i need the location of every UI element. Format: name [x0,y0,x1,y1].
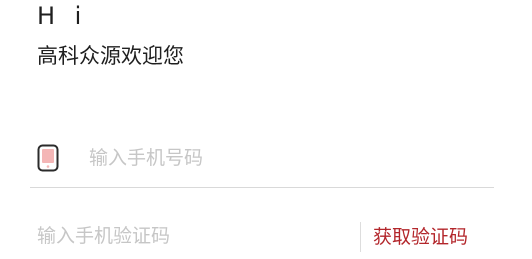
field-divider [30,187,494,188]
phone-icon [37,144,59,172]
phone-field-row [30,128,494,188]
phone-number-input[interactable] [89,143,449,173]
greeting-title: H i [37,2,88,30]
verification-code-input[interactable] [37,221,337,251]
get-code-button[interactable]: 获取验证码 [373,224,468,250]
welcome-subtitle: 高科众源欢迎您 [37,44,184,68]
vertical-separator [360,222,361,252]
code-field-row: 获取验证码 [30,218,494,254]
